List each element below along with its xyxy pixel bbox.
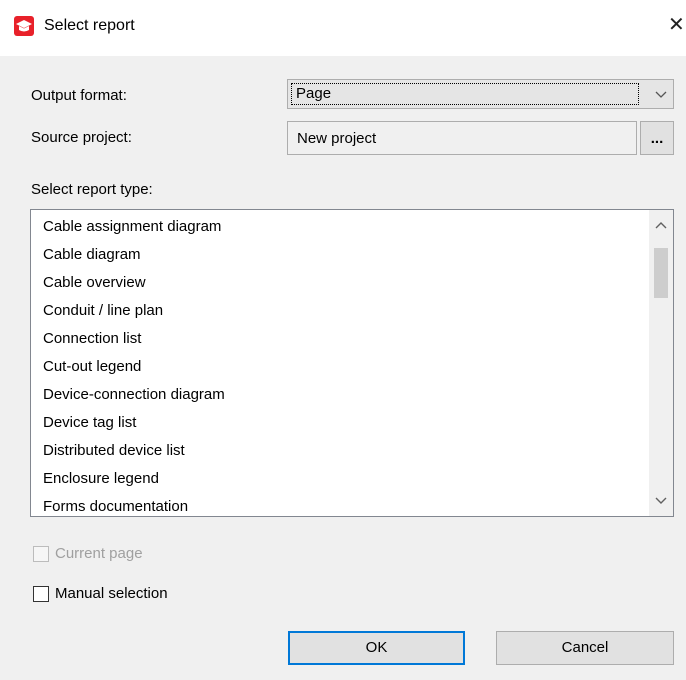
report-type-label: Select report type: xyxy=(31,181,153,198)
list-item[interactable]: Cable diagram xyxy=(43,245,141,265)
window-title: Select report xyxy=(44,17,135,34)
title-bar: Select report ✕ xyxy=(0,0,686,56)
manual-selection-checkbox[interactable] xyxy=(33,586,49,602)
list-item[interactable]: Cable overview xyxy=(43,273,146,293)
output-format-label: Output format: xyxy=(31,87,127,104)
cancel-button[interactable]: Cancel xyxy=(496,631,674,665)
source-project-field[interactable]: New project xyxy=(287,121,637,155)
list-item[interactable]: Cable assignment diagram xyxy=(43,217,221,237)
ok-button[interactable]: OK xyxy=(288,631,465,665)
chevron-down-icon xyxy=(655,91,667,98)
current-page-label: Current page xyxy=(55,545,143,562)
scroll-down-icon[interactable] xyxy=(655,496,667,506)
list-item[interactable]: Connection list xyxy=(43,329,141,349)
list-item[interactable]: Device tag list xyxy=(43,413,136,433)
source-project-label: Source project: xyxy=(31,129,132,146)
list-item[interactable]: Distributed device list xyxy=(43,441,185,461)
list-item[interactable]: Enclosure legend xyxy=(43,469,159,489)
current-page-checkbox[interactable] xyxy=(33,546,49,562)
graduation-cap-icon xyxy=(14,16,34,36)
output-format-select[interactable]: Page xyxy=(287,79,674,109)
list-item[interactable]: Device-connection diagram xyxy=(43,385,225,405)
scroll-up-icon[interactable] xyxy=(655,220,667,230)
list-item[interactable]: Forms documentation xyxy=(43,497,188,516)
report-type-list[interactable]: Cable assignment diagram Cable diagram C… xyxy=(30,209,674,517)
output-format-value: Page xyxy=(291,83,639,105)
browse-button[interactable]: ... xyxy=(640,121,674,155)
list-item[interactable]: Conduit / line plan xyxy=(43,301,163,321)
list-item[interactable]: Cut-out legend xyxy=(43,357,141,377)
manual-selection-label: Manual selection xyxy=(55,585,168,602)
scrollbar-thumb[interactable] xyxy=(654,248,668,298)
vertical-scrollbar[interactable] xyxy=(649,210,673,516)
close-icon[interactable]: ✕ xyxy=(668,14,685,36)
